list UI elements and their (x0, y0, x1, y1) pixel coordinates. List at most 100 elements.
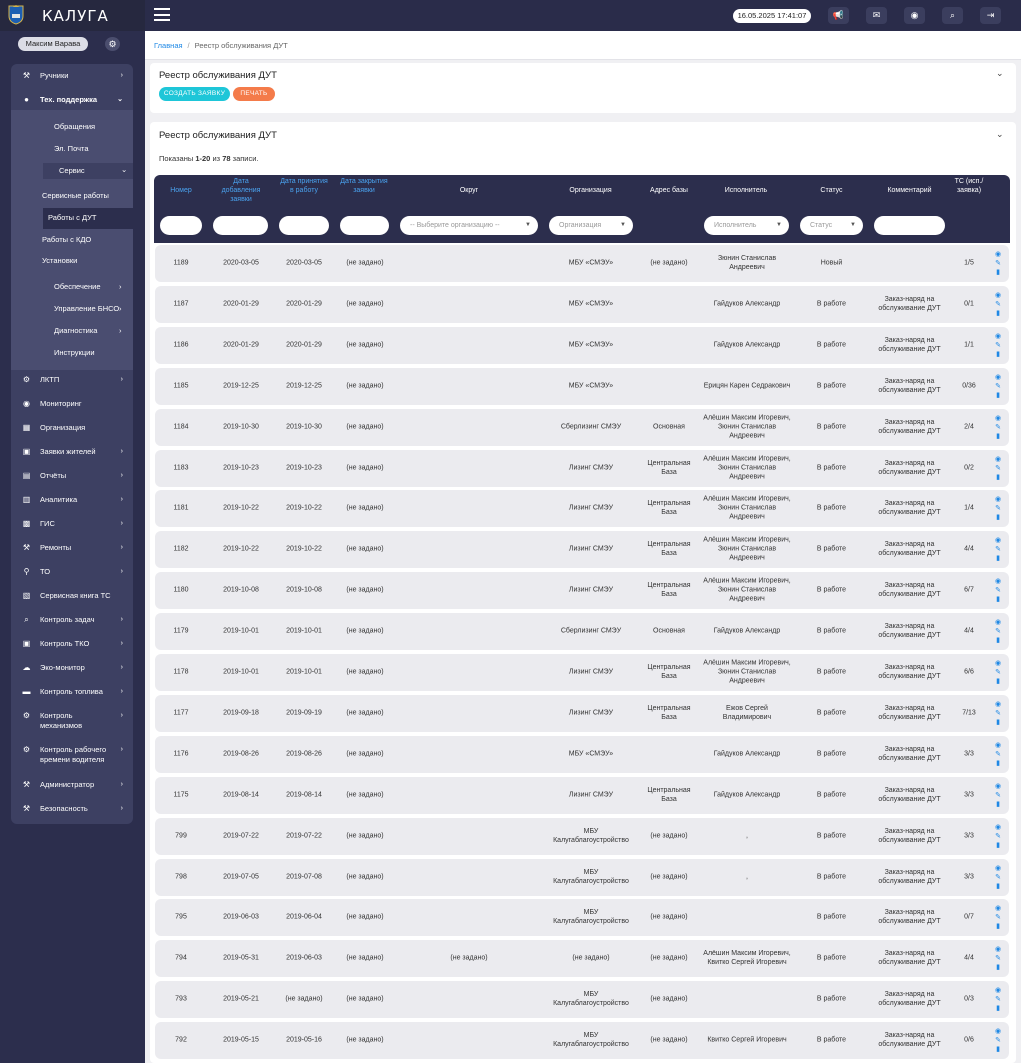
delete-icon[interactable]: ▮ (993, 513, 1003, 522)
sidebar-item-instructions[interactable]: Инструкции (54, 348, 95, 358)
mail-icon[interactable]: ✉ (866, 7, 887, 24)
sidebar-item-supply[interactable]: Обеспечение (54, 282, 101, 292)
column-header-date-added[interactable]: Дата добавления заявки (214, 177, 268, 204)
view-icon[interactable]: ◉ (993, 1027, 1003, 1036)
delete-icon[interactable]: ▮ (993, 718, 1003, 727)
delete-icon[interactable]: ▮ (993, 595, 1003, 604)
filter-okrug-select[interactable]: -- Выберите организацию -- ▼ (400, 216, 538, 235)
view-icon[interactable]: ◉ (993, 536, 1003, 545)
edit-icon[interactable]: ✎ (993, 750, 1003, 759)
filter-date-accepted-input[interactable] (279, 216, 329, 235)
delete-icon[interactable]: ▮ (993, 636, 1003, 645)
edit-icon[interactable]: ✎ (993, 954, 1003, 963)
view-icon[interactable]: ◉ (993, 823, 1003, 832)
view-icon[interactable]: ◉ (993, 782, 1003, 791)
view-icon[interactable]: ◉ (993, 986, 1003, 995)
delete-icon[interactable]: ▮ (993, 432, 1003, 441)
sidebar-item-dut-works[interactable]: Работы с ДУТ (48, 213, 96, 223)
sidebar-item-obrashcheniya[interactable]: Обращения (54, 122, 95, 132)
filter-date-added-input[interactable] (213, 216, 268, 235)
delete-icon[interactable]: ▮ (993, 841, 1003, 850)
view-icon[interactable]: ◉ (993, 414, 1003, 423)
view-icon[interactable]: ◉ (993, 864, 1003, 873)
view-icon[interactable]: ◉ (993, 332, 1003, 341)
delete-icon[interactable]: ▮ (993, 391, 1003, 400)
column-header-number[interactable]: Номер (162, 186, 200, 195)
edit-icon[interactable]: ✎ (993, 586, 1003, 595)
logout-icon[interactable]: ⇥ (980, 7, 1001, 24)
user-settings-icon[interactable]: ⚙ (105, 37, 120, 51)
view-icon[interactable]: ◉ (993, 945, 1003, 954)
edit-icon[interactable]: ✎ (993, 627, 1003, 636)
brand[interactable]: КАЛУГА (0, 0, 145, 31)
edit-icon[interactable]: ✎ (993, 300, 1003, 309)
collapse-chevron-icon[interactable]: ⌄ (996, 68, 1004, 79)
delete-icon[interactable]: ▮ (993, 963, 1003, 972)
user-name[interactable]: Максим Варава (18, 37, 88, 51)
menu-toggle-icon[interactable] (154, 8, 170, 21)
delete-icon[interactable]: ▮ (993, 1045, 1003, 1054)
delete-icon[interactable]: ▮ (993, 268, 1003, 277)
delete-icon[interactable]: ▮ (993, 1004, 1003, 1013)
edit-icon[interactable]: ✎ (993, 668, 1003, 677)
filter-date-closed-input[interactable] (340, 216, 389, 235)
edit-icon[interactable]: ✎ (993, 1036, 1003, 1045)
edit-icon[interactable]: ✎ (993, 464, 1003, 473)
delete-icon[interactable]: ▮ (993, 800, 1003, 809)
delete-icon[interactable]: ▮ (993, 759, 1003, 768)
edit-icon[interactable]: ✎ (993, 545, 1003, 554)
view-icon[interactable]: ◉ (993, 741, 1003, 750)
edit-icon[interactable]: ✎ (993, 341, 1003, 350)
sidebar-item-servis[interactable]: Сервис (59, 166, 85, 176)
search-icon[interactable]: ⌕ (942, 7, 963, 24)
edit-icon[interactable]: ✎ (993, 832, 1003, 841)
edit-icon[interactable]: ✎ (993, 504, 1003, 513)
view-icon[interactable]: ◉ (993, 659, 1003, 668)
delete-icon[interactable]: ▮ (993, 882, 1003, 891)
view-icon[interactable]: ◉ (993, 904, 1003, 913)
print-button[interactable]: ПЕЧАТЬ (233, 87, 275, 101)
wrench-icon: ⚒ (22, 71, 31, 80)
filter-comment-input[interactable] (874, 216, 945, 235)
delete-icon[interactable]: ▮ (993, 677, 1003, 686)
view-icon[interactable]: ◉ (993, 373, 1003, 382)
view-icon[interactable]: ◉ (993, 455, 1003, 464)
edit-icon[interactable]: ✎ (993, 382, 1003, 391)
edit-icon[interactable]: ✎ (993, 423, 1003, 432)
column-header-date-closed[interactable]: Дата закрытия заявки (340, 177, 388, 195)
chat-icon[interactable]: ◉ (904, 7, 925, 24)
create-request-button[interactable]: СОЗДАТЬ ЗАЯВКУ (159, 87, 230, 101)
delete-icon[interactable]: ▮ (993, 309, 1003, 318)
delete-icon[interactable]: ▮ (993, 350, 1003, 359)
edit-icon[interactable]: ✎ (993, 791, 1003, 800)
megaphone-icon[interactable]: 📢 (828, 7, 849, 24)
sidebar-item-kdo-works[interactable]: Работы с КДО (42, 235, 91, 245)
truck-icon: ▣ (22, 447, 31, 456)
sidebar-item-service-works[interactable]: Сервисные работы (42, 191, 109, 201)
sidebar-item-bnso[interactable]: Управление БНСО (54, 304, 119, 314)
filter-executor-select[interactable]: Исполнитель ▼ (704, 216, 789, 235)
view-icon[interactable]: ◉ (993, 700, 1003, 709)
edit-icon[interactable]: ✎ (993, 259, 1003, 268)
delete-icon[interactable]: ▮ (993, 922, 1003, 931)
collapse-chevron-icon[interactable]: ⌄ (996, 129, 1004, 140)
delete-icon[interactable]: ▮ (993, 473, 1003, 482)
view-icon[interactable]: ◉ (993, 577, 1003, 586)
filter-number-input[interactable] (160, 216, 202, 235)
edit-icon[interactable]: ✎ (993, 873, 1003, 882)
edit-icon[interactable]: ✎ (993, 709, 1003, 718)
filter-status-select[interactable]: Статус ▼ (800, 216, 863, 235)
breadcrumb-home[interactable]: Главная (154, 41, 183, 50)
sidebar-item-email[interactable]: Эл. Почта (54, 144, 89, 154)
view-icon[interactable]: ◉ (993, 291, 1003, 300)
column-header-date-accepted[interactable]: Дата принятия в работу (278, 177, 330, 195)
view-icon[interactable]: ◉ (993, 495, 1003, 504)
filter-organization-select[interactable]: Организация ▼ (549, 216, 633, 235)
edit-icon[interactable]: ✎ (993, 995, 1003, 1004)
delete-icon[interactable]: ▮ (993, 554, 1003, 563)
sidebar-item-diagnostics[interactable]: Диагностика (54, 326, 97, 336)
sidebar-item-installs[interactable]: Установки (42, 256, 77, 266)
view-icon[interactable]: ◉ (993, 250, 1003, 259)
view-icon[interactable]: ◉ (993, 618, 1003, 627)
edit-icon[interactable]: ✎ (993, 913, 1003, 922)
